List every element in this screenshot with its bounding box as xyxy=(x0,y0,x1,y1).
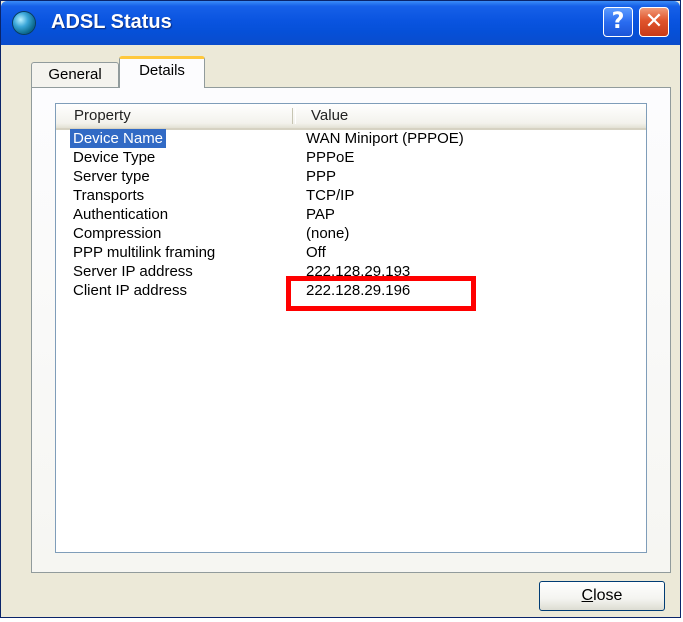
list-row-authentication[interactable]: Authentication PAP xyxy=(56,205,646,224)
value-cell: PAP xyxy=(306,206,335,223)
title-bar[interactable]: ADSL Status ? ✕ xyxy=(1,1,680,45)
property-cell: Server type xyxy=(73,168,150,185)
list-row-compression[interactable]: Compression (none) xyxy=(56,224,646,243)
value-cell: 222.128.29.196 xyxy=(306,282,411,299)
tab-details[interactable]: Details xyxy=(119,56,205,88)
window-title: ADSL Status xyxy=(51,11,172,33)
property-cell: Transports xyxy=(73,187,145,204)
adsl-status-dialog: ADSL Status ? ✕ General Details Property… xyxy=(0,0,681,618)
help-button[interactable]: ? xyxy=(603,7,633,37)
close-button[interactable]: Close xyxy=(539,581,665,611)
value-cell: WAN Miniport (PPPOE) xyxy=(306,130,464,147)
value-cell: TCP/IP xyxy=(306,187,355,204)
value-cell: PPP xyxy=(306,168,337,185)
tab-general[interactable]: General xyxy=(31,62,119,87)
property-cell: Server IP address xyxy=(73,263,193,280)
details-tab-panel: Property Value Device Name WAN Miniport … xyxy=(31,87,671,573)
value-cell: (none) xyxy=(306,225,350,242)
value-cell: Off xyxy=(306,244,326,261)
close-icon: ✕ xyxy=(644,9,664,34)
close-window-button[interactable]: ✕ xyxy=(639,7,669,37)
column-header-value[interactable]: Value xyxy=(311,107,348,124)
list-row-ppp-multilink[interactable]: PPP multilink framing Off xyxy=(56,243,646,262)
property-cell: Authentication xyxy=(73,206,169,223)
list-header: Property Value xyxy=(56,104,646,130)
list-row-server-ip[interactable]: Server IP address 222.128.29.193 xyxy=(56,262,646,281)
list-row-client-ip[interactable]: Client IP address 222.128.29.196 xyxy=(56,281,646,300)
property-cell: Device Type xyxy=(73,149,156,166)
list-row-server-type[interactable]: Server type PPP xyxy=(56,167,646,186)
list-row-transports[interactable]: Transports TCP/IP xyxy=(56,186,646,205)
column-separator[interactable] xyxy=(292,108,296,124)
value-cell: PPPoE xyxy=(306,149,355,166)
network-globe-icon xyxy=(13,12,35,34)
value-cell: 222.128.29.193 xyxy=(306,263,411,280)
help-icon: ? xyxy=(611,9,625,34)
property-cell: PPP multilink framing xyxy=(73,244,216,261)
close-label-rest: lose xyxy=(593,587,623,604)
list-row-device-name[interactable]: Device Name WAN Miniport (PPPOE) xyxy=(56,129,646,148)
close-mnemonic: C xyxy=(581,587,594,604)
column-header-property[interactable]: Property xyxy=(74,107,131,124)
property-cell: Compression xyxy=(73,225,162,242)
property-cell: Device Name xyxy=(70,129,167,148)
list-row-device-type[interactable]: Device Type PPPoE xyxy=(56,148,646,167)
property-cell: Client IP address xyxy=(73,282,187,299)
details-list[interactable]: Property Value Device Name WAN Miniport … xyxy=(55,103,647,553)
